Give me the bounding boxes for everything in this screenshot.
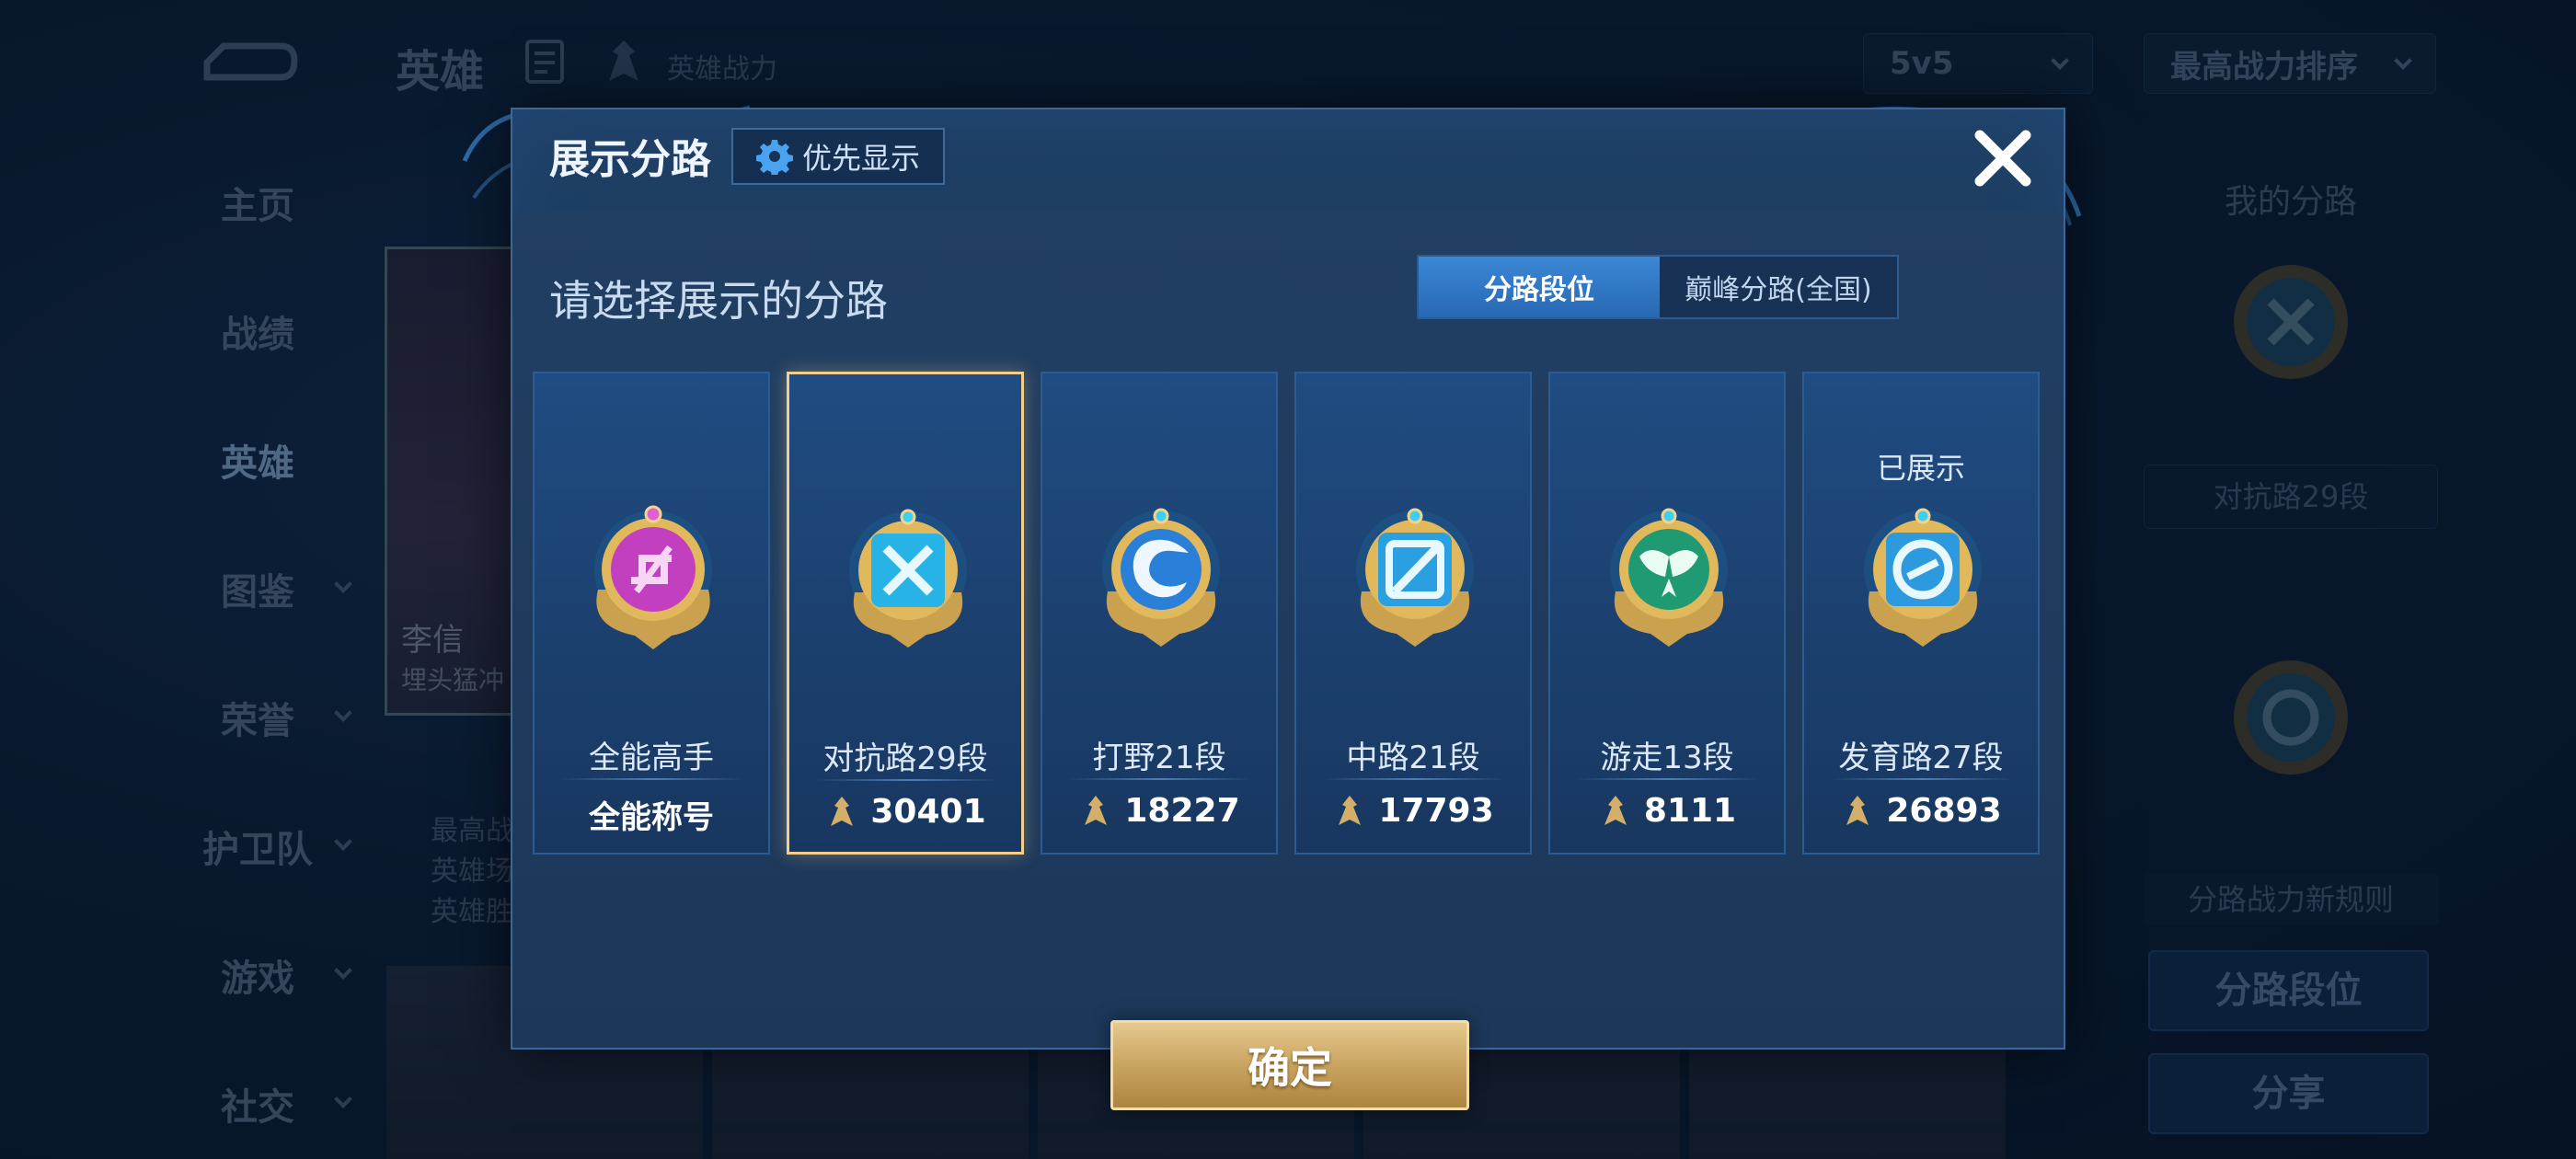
lane-power-icon bbox=[1846, 795, 1869, 825]
card-footer: 8111 bbox=[1550, 792, 1784, 830]
lane-name: 全能高手 bbox=[589, 740, 714, 776]
card-footer: 全能称号 bbox=[535, 792, 768, 837]
lane-name: 游走13段 bbox=[1600, 740, 1734, 776]
lane-card-clash-lane[interactable]: 对抗路29段 30401 bbox=[787, 372, 1024, 855]
card-divider bbox=[1830, 778, 2014, 780]
lane-card-list: 全能高手 全能称号 对抗路29段 30401 打野21段 18227 中路21段… bbox=[533, 372, 2041, 859]
confirm-button[interactable]: 确定 bbox=[1110, 1020, 1469, 1110]
lane-power-value: 30401 bbox=[870, 793, 986, 831]
tab-lane-rank[interactable]: 分路段位 bbox=[1419, 257, 1660, 317]
lane-name: 打野21段 bbox=[1092, 740, 1226, 776]
lane-power-icon bbox=[831, 796, 854, 826]
card-divider bbox=[1322, 778, 1506, 780]
priority-display-label: 优先显示 bbox=[801, 141, 920, 176]
dialog-body: 请选择展示的分路 分路段位 巅峰分路(全国) 全能高手 全能称号 对抗路29段 … bbox=[512, 211, 2064, 1110]
mid-lane-badge-icon bbox=[1356, 508, 1474, 647]
lane-name: 中路21段 bbox=[1346, 740, 1480, 776]
lane-card-roam[interactable]: 游走13段 8111 bbox=[1548, 372, 1786, 855]
card-footer: 18227 bbox=[1042, 792, 1276, 830]
all-round-title-label: 全能称号 bbox=[589, 799, 714, 836]
lane-power-icon bbox=[1604, 795, 1627, 825]
lane-power-icon bbox=[1085, 795, 1108, 825]
card-divider bbox=[560, 778, 744, 780]
priority-display-button[interactable]: 优先显示 bbox=[731, 128, 945, 185]
roam-badge-icon bbox=[1610, 508, 1728, 647]
card-footer: 17793 bbox=[1296, 792, 1530, 830]
dialog-subtitle: 请选择展示的分路 bbox=[549, 276, 888, 326]
shown-label: 已展示 bbox=[1876, 451, 1965, 486]
close-icon bbox=[1974, 130, 2031, 187]
jungle-badge-icon bbox=[1102, 508, 1220, 647]
card-footer: 26893 bbox=[1804, 792, 2038, 830]
lane-card-farm-lane[interactable]: 已展示 发育路27段 26893 bbox=[1802, 372, 2040, 855]
lane-display-dialog: 展示分路 优先显示 请选择展示的分路 分路段位 巅峰分路(全国) 全能高手 全能… bbox=[511, 108, 2065, 1110]
lane-power-icon bbox=[1339, 795, 1362, 825]
gear-icon bbox=[755, 140, 793, 175]
close-button[interactable] bbox=[1961, 117, 2044, 200]
card-divider bbox=[815, 779, 999, 781]
dialog-title: 展示分路 bbox=[549, 136, 711, 183]
card-divider bbox=[1068, 778, 1252, 780]
lane-power-value: 17793 bbox=[1378, 792, 1494, 830]
tab-peak-lane-national[interactable]: 巅峰分路(全国) bbox=[1660, 257, 1897, 317]
card-divider bbox=[1576, 778, 1760, 780]
lane-card-all-round[interactable]: 全能高手 全能称号 bbox=[533, 372, 770, 855]
all-round-badge-icon bbox=[594, 505, 712, 649]
lane-name: 对抗路29段 bbox=[822, 740, 988, 777]
lane-power-value: 8111 bbox=[1643, 792, 1737, 830]
lane-power-value: 18227 bbox=[1124, 792, 1240, 830]
lane-card-mid-lane[interactable]: 中路21段 17793 bbox=[1294, 372, 1532, 855]
lane-tab-switch: 分路段位 巅峰分路(全国) bbox=[1417, 255, 1899, 319]
lane-name: 发育路27段 bbox=[1838, 740, 2004, 776]
card-footer: 30401 bbox=[789, 793, 1021, 831]
clash-lane-badge-icon bbox=[849, 509, 967, 648]
farm-lane-badge-icon bbox=[1864, 508, 1982, 647]
lane-power-value: 26893 bbox=[1886, 792, 2002, 830]
lane-card-jungle[interactable]: 打野21段 18227 bbox=[1041, 372, 1278, 855]
